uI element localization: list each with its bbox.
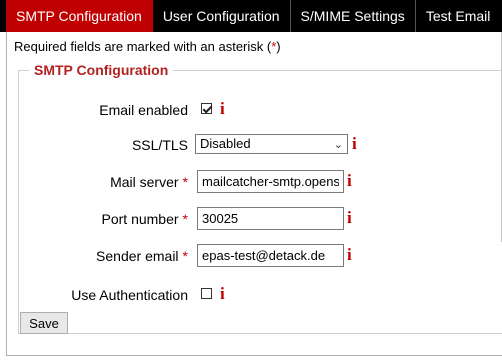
use-authentication-info-icon[interactable]: i bbox=[220, 283, 225, 305]
row-ssl-tls: SSL/TLS Disabled ⌄ i bbox=[19, 133, 502, 157]
row-mail-server: Mail server* i bbox=[19, 170, 502, 194]
row-sender-email: Sender email* i bbox=[19, 244, 502, 268]
row-use-authentication: Use Authentication i bbox=[19, 283, 502, 307]
row-port-number: Port number* i bbox=[19, 207, 502, 231]
use-authentication-checkbox[interactable] bbox=[201, 288, 212, 299]
use-authentication-label: Use Authentication bbox=[71, 287, 188, 303]
ssl-tls-select[interactable]: Disabled ⌄ bbox=[195, 134, 348, 154]
ssl-tls-selected-value: Disabled bbox=[200, 136, 251, 151]
mail-server-input[interactable] bbox=[197, 170, 344, 193]
email-enabled-label: Email enabled bbox=[99, 102, 188, 118]
row-email-enabled: Email enabled i bbox=[19, 98, 502, 122]
mail-server-label: Mail server * bbox=[110, 174, 188, 190]
ssl-tls-info-icon[interactable]: i bbox=[352, 133, 357, 155]
tab-user-configuration[interactable]: User Configuration bbox=[153, 0, 291, 32]
port-number-label: Port number * bbox=[101, 211, 189, 227]
email-enabled-checkbox[interactable] bbox=[201, 103, 212, 114]
required-fields-note: Required fields are marked with an aster… bbox=[14, 39, 281, 54]
chevron-down-icon: ⌄ bbox=[333, 139, 343, 151]
fieldset-legend: SMTP Configuration bbox=[34, 62, 169, 78]
sender-email-required-mark: * bbox=[182, 248, 188, 264]
ssl-tls-label: SSL/TLS bbox=[131, 137, 188, 153]
save-button[interactable]: Save bbox=[20, 312, 68, 334]
tab-test-email[interactable]: Test Email bbox=[416, 0, 501, 32]
tab-bar: SMTP Configuration User Configuration S/… bbox=[0, 0, 502, 32]
mail-server-required-mark: * bbox=[182, 174, 188, 190]
sender-email-label: Sender email * bbox=[96, 248, 188, 264]
port-number-required-mark: * bbox=[182, 211, 188, 227]
smtp-configuration-fieldset: SMTP Configuration Email enabled i SSL/T… bbox=[18, 62, 502, 334]
sender-email-info-icon[interactable]: i bbox=[347, 244, 352, 266]
settings-panel: Required fields are marked with an aster… bbox=[6, 32, 502, 356]
mail-server-info-icon[interactable]: i bbox=[347, 170, 352, 192]
tab-smtp-configuration[interactable]: SMTP Configuration bbox=[6, 0, 153, 32]
port-number-input[interactable] bbox=[197, 207, 344, 230]
tab-smime-settings[interactable]: S/MIME Settings bbox=[291, 0, 416, 32]
email-enabled-info-icon[interactable]: i bbox=[220, 98, 225, 120]
port-number-info-icon[interactable]: i bbox=[347, 207, 352, 229]
sender-email-input[interactable] bbox=[197, 244, 344, 267]
